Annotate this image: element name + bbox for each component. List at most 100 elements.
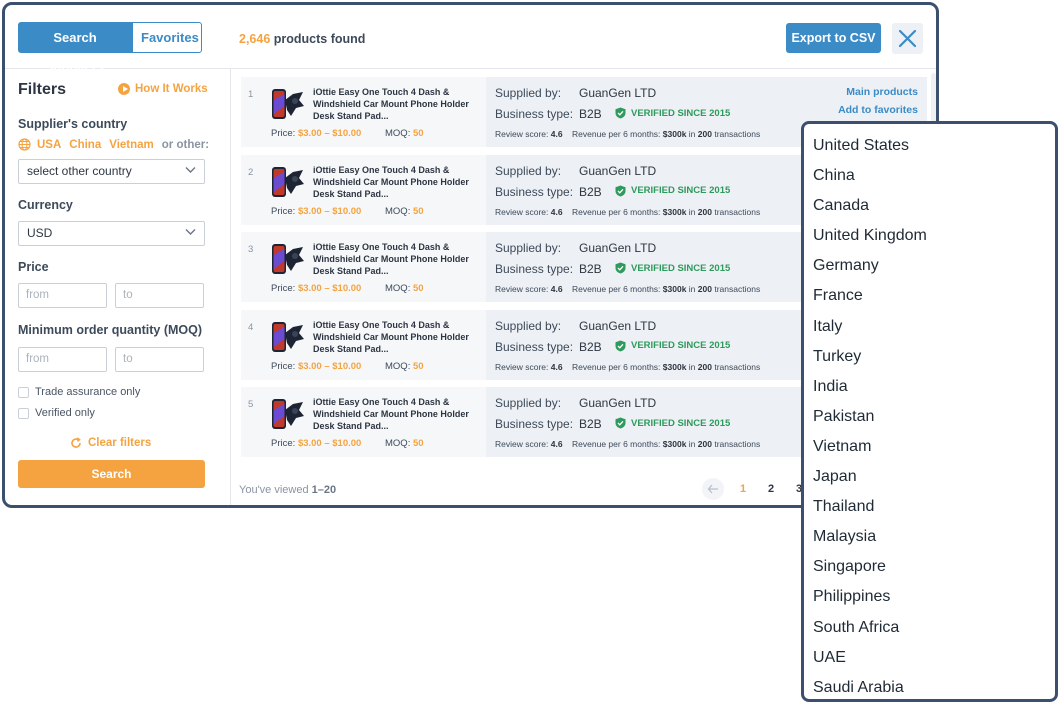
price-to-input[interactable]: to [115,283,204,308]
view-toggle: Search suppliers Favorites [18,22,202,74]
review-revenue: Review score: 4.6 Revenue per 6 months: … [495,207,760,217]
review-label: Review score: [495,206,549,217]
supplier-name: GuanGen LTD [579,163,657,178]
supplied-by-label: Supplied by: [495,241,562,255]
product-price: Price: $3.00 – $10.00 [271,128,361,139]
verified-only-checkbox[interactable]: Verified only [18,407,95,419]
business-type-label: Business type: [495,184,574,199]
business-type-label: Business type: [495,339,574,354]
verified-only-label: Verified only [35,407,95,419]
country-vietnam[interactable]: Vietnam [109,139,154,151]
price-value: $3.00 – $10.00 [297,283,362,294]
search-button[interactable]: Search [18,460,205,488]
trade-assurance-checkbox[interactable]: Trade assurance only [18,386,140,398]
supplied-by-label: Supplied by: [495,396,562,410]
country-option[interactable]: United States [804,131,1055,161]
product-moq: MOQ: 50 [385,206,424,217]
row-index: 5 [248,399,254,410]
price-label: Price: [271,205,296,217]
product-name[interactable]: iOttie Easy One Touch 4 Dash & Windshiel… [313,241,483,277]
country-option[interactable]: Vietnam [804,432,1055,462]
country-option[interactable]: Pakistan [804,402,1055,432]
moq-value: 50 [412,205,424,217]
checkbox-box [18,407,29,419]
supplier-name: GuanGen LTD [579,318,657,333]
country-usa[interactable]: USA [37,139,61,151]
clear-filters-button[interactable]: Clear filters [70,437,151,449]
country-option[interactable]: Singapore [804,552,1055,582]
verified-badge: VERIFIED SINCE 2015 [615,340,730,352]
product-price: Price: $3.00 – $10.00 [271,206,361,217]
close-icon [898,29,917,48]
in-label: in [688,284,696,294]
country-option[interactable]: Saudi Arabia [804,673,1055,699]
product-thumbnail [272,244,304,274]
country-option[interactable]: Italy [804,312,1055,342]
price-value: $3.00 – $10.00 [297,128,362,139]
country-option[interactable]: Turkey [804,342,1055,372]
country-option[interactable]: Canada [804,191,1055,221]
shield-check-icon [615,417,626,429]
transactions-count: 200 [697,206,712,217]
product-thumbnail [272,399,304,429]
country-option[interactable]: India [804,372,1055,402]
country-option[interactable]: South Africa [804,613,1055,643]
revenue-value: $300k [662,206,687,217]
or-other-label: or other: [161,138,210,151]
main-products-link[interactable]: Main products [846,86,918,98]
revenue-label: Revenue per 6 months: [572,439,661,449]
price-value: $3.00 – $10.00 [297,438,362,449]
price-label: Price: [271,360,296,372]
close-button[interactable] [892,23,923,54]
trade-assurance-label: Trade assurance only [35,386,141,398]
country-option[interactable]: United Kingdom [804,221,1055,251]
business-type-label: Business type: [495,262,574,276]
currency-select[interactable]: USD [18,221,205,246]
revenue-label: Revenue per 6 months: [572,361,661,372]
product-thumbnail [272,166,304,197]
price-label: Price: [271,283,296,294]
product-name[interactable]: iOttie Easy One Touch 4 Dash & Windshiel… [313,86,483,122]
country-option[interactable]: Thailand [804,492,1055,522]
product-moq: MOQ: 50 [385,361,424,372]
product-name[interactable]: iOttie Easy One Touch 4 Dash & Windshiel… [313,319,483,355]
product-name[interactable]: iOttie Easy One Touch 4 Dash & Windshiel… [313,396,483,432]
moq-from-input[interactable]: from [18,347,107,372]
currency-label: Currency [18,198,73,212]
how-it-works-link[interactable]: How It Works [118,83,208,95]
page-1[interactable]: 1 [732,478,754,500]
country-option[interactable]: France [804,281,1055,311]
moq-to-input[interactable]: to [115,347,204,372]
business-type-value: B2B [579,262,602,276]
page-2[interactable]: 2 [760,478,782,500]
row-index: 3 [248,244,254,255]
pagination: 1 2 3 [702,478,816,500]
country-option[interactable]: China [804,161,1055,191]
country-option[interactable]: Philippines [804,582,1055,612]
product-name[interactable]: iOttie Easy One Touch 4 Dash & Windshiel… [313,164,483,200]
revenue-value: $300k [662,284,687,294]
verified-badge: VERIFIED SINCE 2015 [615,185,730,197]
prev-page-button[interactable] [702,478,724,500]
transactions-label: transactions [714,439,761,449]
country-china[interactable]: China [69,139,101,151]
review-label: Review score: [495,284,549,294]
export-csv-button[interactable]: Export to CSV [786,23,881,53]
how-it-works-label: How It Works [135,83,208,95]
revenue-label: Revenue per 6 months: [572,206,661,217]
country-option[interactable]: UAE [804,643,1055,673]
chevron-down-icon [185,229,196,235]
row-index: 1 [248,89,254,100]
country-option[interactable]: Germany [804,251,1055,281]
transactions-label: transactions [714,129,761,139]
add-to-favorites-link[interactable]: Add to favorites [838,104,918,116]
country-select[interactable]: select other country [18,159,205,184]
clear-filters-label: Clear filters [88,437,152,449]
country-option[interactable]: Japan [804,462,1055,492]
tab-search-suppliers[interactable]: Search suppliers [18,22,132,74]
price-from-input[interactable]: from [18,283,107,308]
country-option[interactable]: Malaysia [804,522,1055,552]
transactions-label: transactions [714,284,761,294]
checkbox-box [18,386,29,398]
tab-favorites[interactable]: Favorites [132,22,202,53]
